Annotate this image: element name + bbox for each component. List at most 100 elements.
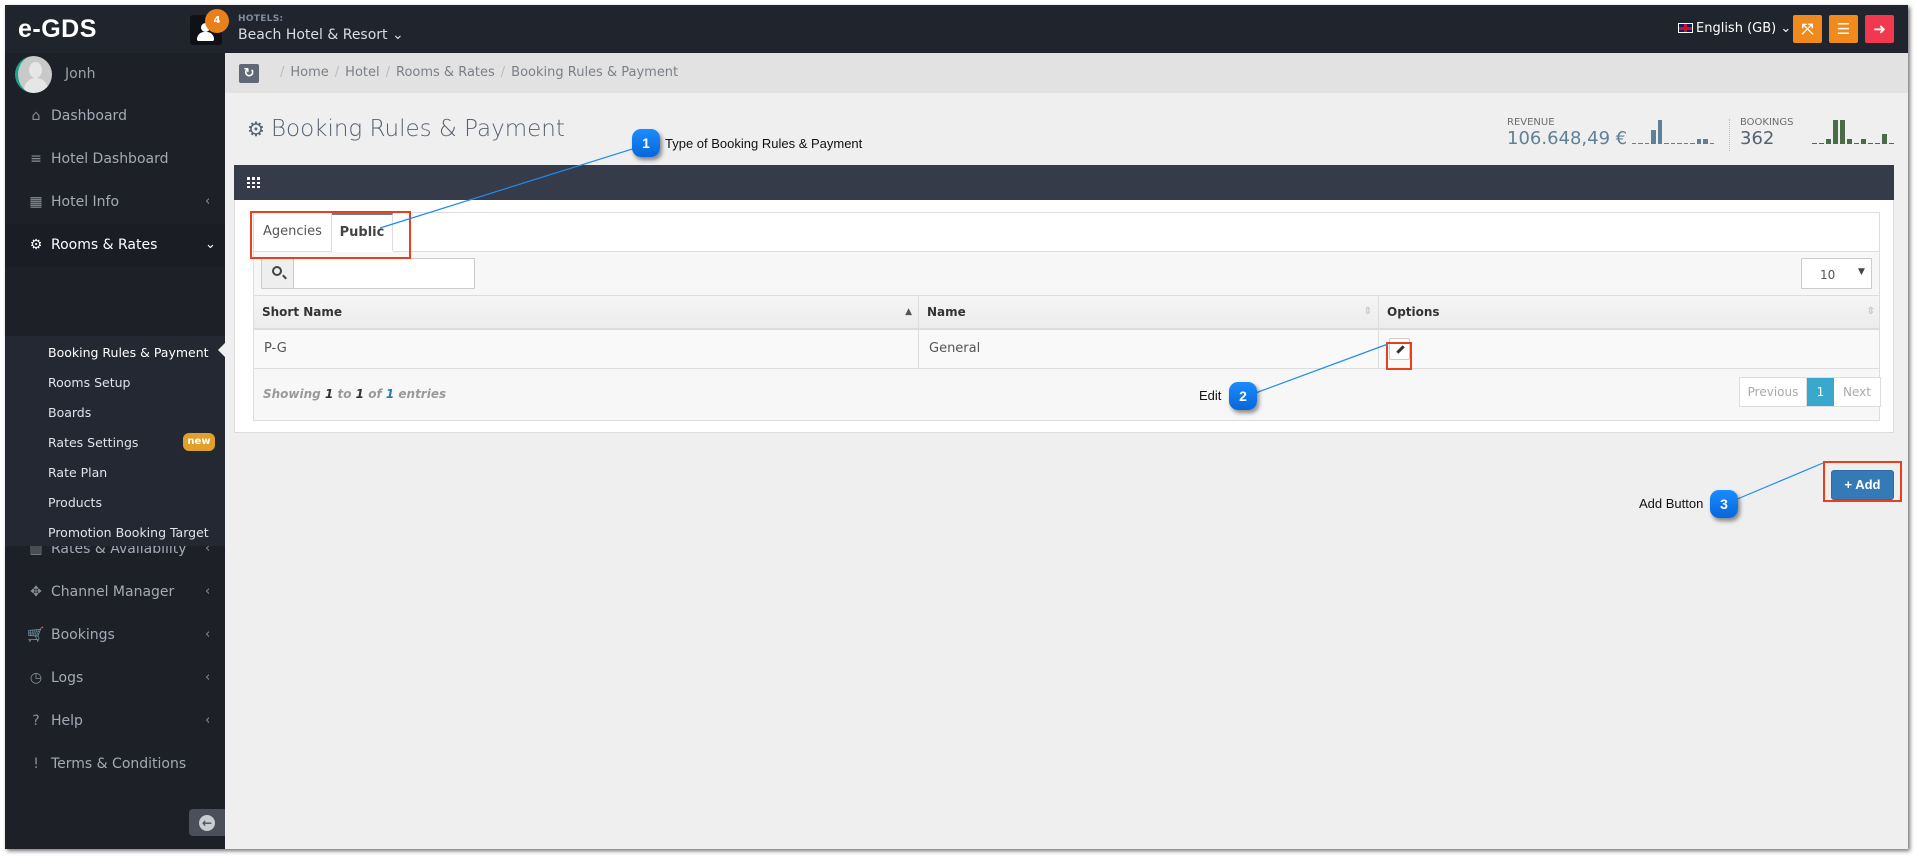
column-header-name[interactable]: Name ⇳ — [919, 296, 1379, 328]
sidebar-icon: ? — [32, 713, 40, 729]
sidebar-item-rooms-rates[interactable]: ⚙ Rooms & Rates ⌄ — [5, 224, 225, 267]
top-navbar: e-GDS 4 HOTELS: Beach Hotel & Resort ⌄ E… — [5, 5, 1908, 53]
table-icon — [247, 177, 260, 188]
sort-both-icon: ⇳ — [1363, 306, 1372, 317]
info-to: 1 — [355, 387, 365, 401]
pagination: Previous 1 Next — [1739, 377, 1881, 407]
breadcrumb-item[interactable]: Rooms & Rates — [396, 65, 495, 80]
table-header: Short Name ▲ Name ⇳ Options ⇳ — [254, 296, 1879, 330]
sparkline-bar — [1826, 139, 1831, 144]
chevron-left-icon: ‹ — [205, 713, 211, 728]
sidebar-item-help[interactable]: ? Help ‹ — [5, 700, 225, 743]
sidebar-item-logs[interactable]: ◷ Logs ‹ — [5, 657, 225, 700]
hamburger-icon: ☰ — [1836, 20, 1851, 38]
fullscreen-button[interactable]: ⤧ — [1793, 15, 1822, 43]
column-header-short-name[interactable]: Short Name ▲ — [254, 296, 919, 328]
user-profile[interactable]: Jonh — [5, 53, 225, 95]
hotels-label: HOTELS: — [238, 14, 284, 24]
sparkline-bar — [1861, 139, 1866, 144]
sidebar-icon: 🛒 — [27, 627, 45, 643]
sparkline-bar — [1677, 143, 1682, 144]
sparkline-bar — [1690, 143, 1695, 144]
cell-options — [1379, 330, 1881, 368]
submenu-item-booking-rules-payment[interactable]: Booking Rules & Payment — [48, 345, 209, 360]
submenu-item-rate-plan[interactable]: Rate Plan — [48, 465, 107, 480]
app-window: e-GDS 4 HOTELS: Beach Hotel & Resort ⌄ E… — [5, 5, 1908, 849]
tab-public[interactable]: Public — [332, 213, 393, 251]
sparkline-bar — [1819, 143, 1824, 144]
info-text: of — [364, 387, 386, 401]
page-1-button[interactable]: 1 — [1807, 378, 1834, 406]
column-header-options[interactable]: Options ⇳ — [1379, 296, 1881, 328]
chevron-left-icon: ‹ — [205, 627, 211, 642]
column-label: Short Name — [262, 305, 343, 319]
add-button[interactable]: + Add — [1831, 470, 1894, 500]
refresh-button[interactable]: ↻ — [239, 64, 259, 83]
page-length-select[interactable]: 10 ▼ — [1801, 258, 1872, 289]
language-selector[interactable]: English (GB) ⌄ — [1678, 21, 1791, 36]
callout-text-2: Edit — [1199, 388, 1222, 403]
sidebar-item-dashboard[interactable]: ⌂ Dashboard — [5, 95, 225, 138]
caret-down-icon: ▼ — [1858, 267, 1865, 277]
breadcrumb-bar: ↻ / Home / Hotel / Rooms & Rates / Booking Rule… — [225, 53, 1908, 93]
collapse-sidebar-button[interactable]: ← — [189, 809, 225, 836]
previous-page-button[interactable]: Previous — [1740, 378, 1807, 406]
user-icon-body — [197, 32, 214, 41]
search-input[interactable] — [294, 258, 475, 289]
sparkline-bar — [1703, 139, 1708, 144]
edit-button[interactable] — [1389, 338, 1410, 360]
breadcrumb-item[interactable]: Home — [290, 65, 328, 80]
pencil-icon — [1396, 345, 1405, 354]
submenu-item-promotion-booking-target[interactable]: Promotion Booking Target — [48, 525, 209, 540]
breadcrumb-separator: / — [280, 65, 285, 80]
menu-button[interactable]: ☰ — [1829, 15, 1858, 43]
bookings-label: BOOKINGS — [1740, 117, 1794, 128]
sparkline-bar — [1875, 143, 1880, 144]
hotel-selector[interactable]: Beach Hotel & Resort ⌄ — [238, 27, 404, 43]
tab-agencies[interactable]: Agencies — [254, 213, 332, 251]
table-footer: Showing 1 to 1 of 1 entries Previous 1 N… — [254, 369, 1881, 420]
callout-badge-1: 1 — [632, 129, 660, 157]
sidebar-item-channel-manager[interactable]: ✥ Channel Manager ‹ — [5, 571, 225, 614]
callout-text-3: Add Button — [1639, 496, 1704, 511]
stat-divider — [1729, 119, 1730, 151]
submenu-item-rates-settings[interactable]: Rates Settings — [48, 435, 138, 450]
page-length-value: 10 — [1820, 268, 1836, 282]
logo[interactable]: e-GDS — [18, 15, 97, 44]
sidebar-item-label: Bookings — [51, 627, 115, 643]
language-label: English (GB) ⌄ — [1696, 21, 1792, 36]
bookings-sparkline — [1812, 118, 1896, 144]
submenu-item-boards[interactable]: Boards — [48, 405, 91, 420]
callout-badge-3: 3 — [1710, 490, 1738, 518]
info-text: entries — [394, 387, 447, 401]
logout-button[interactable]: ➜ — [1865, 15, 1894, 43]
sort-both-icon: ⇳ — [1866, 306, 1875, 317]
sparkline-bar — [1709, 143, 1714, 144]
sparkline-bar — [1683, 143, 1689, 144]
sparkline-bar — [1847, 139, 1852, 144]
uk-flag-icon — [1678, 23, 1693, 33]
search-button[interactable] — [261, 258, 294, 289]
sparkline-bar — [1812, 143, 1817, 144]
breadcrumb-item[interactable]: Hotel — [345, 65, 379, 80]
submenu-item-products[interactable]: Products — [48, 495, 102, 510]
sparkline-bar — [1889, 143, 1894, 144]
next-page-button[interactable]: Next — [1834, 378, 1880, 406]
sidebar-item-label: Hotel Info — [51, 194, 120, 210]
cell-name: General — [919, 330, 1379, 368]
breadcrumb: / Home / Hotel / Rooms & Rates / Booking Rules … — [274, 65, 678, 80]
notification-badge: 4 — [205, 9, 229, 33]
sidebar-item-bookings[interactable]: 🛒 Bookings ‹ — [5, 614, 225, 657]
sidebar-item-hotel-info[interactable]: ▦ Hotel Info ‹ — [5, 181, 225, 224]
chevron-left-icon: ‹ — [205, 194, 211, 209]
sidebar-item-label: Rooms & Rates — [51, 237, 158, 253]
table-info: Showing 1 to 1 of 1 entries — [263, 387, 446, 401]
submenu-item-rooms-setup[interactable]: Rooms Setup — [48, 375, 130, 390]
sidebar-item-terms-conditions[interactable]: ! Terms & Conditions — [5, 743, 225, 786]
sidebar-icon: ⌂ — [31, 108, 41, 124]
sidebar-icon: ◷ — [29, 670, 43, 686]
revenue-value: 106.648,49 € — [1507, 128, 1628, 149]
breadcrumb-item: Booking Rules & Payment — [511, 65, 679, 80]
sidebar-item-hotel-dashboard[interactable]: ≡ Hotel Dashboard — [5, 138, 225, 181]
sidebar-item-label: Dashboard — [51, 108, 127, 124]
